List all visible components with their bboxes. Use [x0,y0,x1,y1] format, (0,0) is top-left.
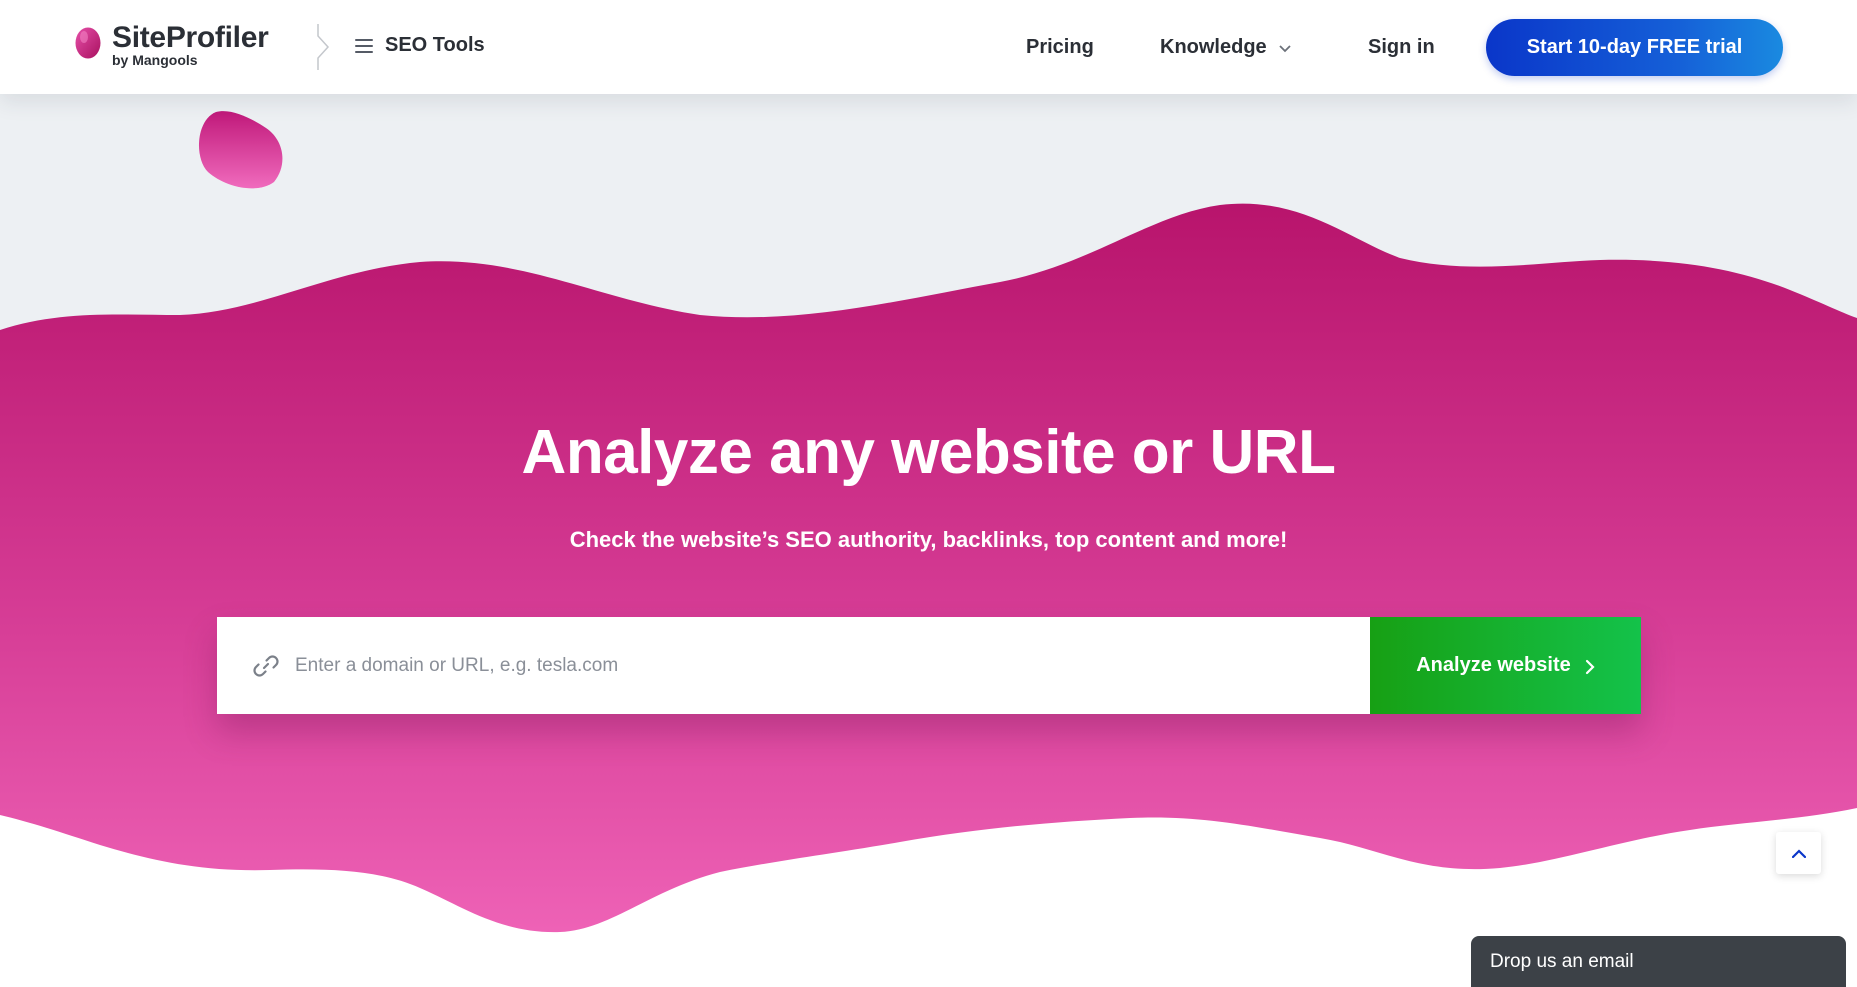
chat-widget-email[interactable]: Drop us an email [1471,936,1846,987]
analyze-website-label: Analyze website [1416,654,1571,676]
nav-pricing[interactable]: Pricing [1026,36,1094,59]
seo-tools-label: SEO Tools [385,34,485,56]
domain-url-input[interactable] [295,654,1195,677]
analyze-search-bar: Analyze website [217,617,1641,714]
site-header: SiteProfiler by Mangools SEO Tools Prici… [0,0,1857,94]
seo-tools-menu[interactable]: SEO Tools [355,34,485,57]
logo[interactable]: SiteProfiler by Mangools [74,21,269,68]
hero-subtitle: Check the website’s SEO authority, backl… [569,527,1288,552]
chevron-up-icon [1791,848,1806,858]
decorative-pebble [198,111,283,189]
chevron-down-icon [1279,44,1291,52]
nav-sign-in[interactable]: Sign in [1368,36,1435,59]
divider-chevron-icon [317,24,330,70]
hero-title: Analyze any website or URL [521,418,1336,487]
search-field [217,617,1370,714]
scroll-to-top-button[interactable] [1776,832,1821,874]
logo-mark-icon [75,27,101,59]
nav-knowledge[interactable]: Knowledge [1160,36,1291,59]
menu-icon [355,38,373,53]
nav-knowledge-label: Knowledge [1160,36,1267,58]
logo-name: SiteProfiler [112,21,269,54]
link-icon [253,654,279,677]
start-trial-button[interactable]: Start 10-day FREE trial [1486,19,1783,76]
logo-subtitle: by Mangools [112,52,198,68]
analyze-website-button[interactable]: Analyze website [1370,617,1641,714]
chevron-right-icon [1585,659,1595,674]
